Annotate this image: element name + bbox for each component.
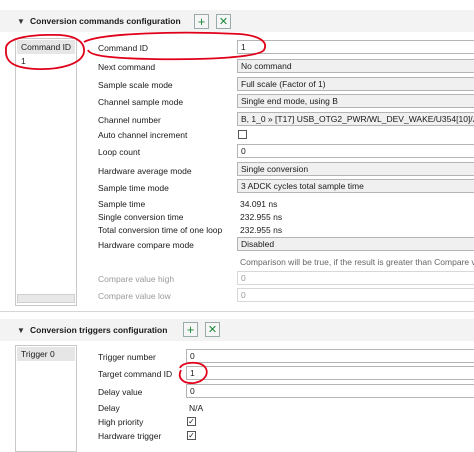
hardware-trigger-checkbox[interactable]: ✓ — [187, 431, 196, 440]
add-command-button[interactable]: + — [194, 14, 209, 29]
hardware-average-mode-label: Hardware average mode — [98, 166, 192, 176]
sample-scale-mode-select[interactable]: Full scale (Factor of 1) — [237, 77, 474, 91]
hardware-compare-mode-select[interactable]: Disabled — [237, 237, 474, 251]
hardware-average-mode-select[interactable]: Single conversion — [237, 162, 474, 176]
compare-value-low-label: Compare value low — [98, 291, 171, 301]
sample-time-value: 34.091 ns — [240, 199, 278, 209]
delay-value-label: Delay value — [98, 387, 143, 397]
sample-scale-mode-label: Sample scale mode — [98, 80, 173, 90]
sample-time-mode-label: Sample time mode — [98, 183, 169, 193]
list-item-command-id-1[interactable]: Command ID 1 — [17, 40, 75, 66]
trigger-id-list[interactable]: Trigger 0 — [15, 345, 77, 452]
high-priority-label: High priority — [98, 417, 144, 427]
single-conversion-time-label: Single conversion time — [98, 212, 184, 222]
single-conversion-time-value: 232.955 ns — [240, 212, 283, 222]
command-id-label: Command ID — [98, 43, 149, 53]
delay-value-text: N/A — [189, 403, 204, 413]
chevron-down-icon[interactable]: ▼ — [17, 17, 25, 26]
delay-label: Delay — [98, 403, 120, 413]
remove-trigger-button[interactable]: ✕ — [205, 322, 220, 337]
trigger-number-input[interactable]: 0 — [186, 349, 474, 363]
trigger-number-label: Trigger number — [98, 352, 156, 362]
compare-value-high-label: Compare value high — [98, 274, 175, 284]
high-priority-checkbox[interactable]: ✓ — [187, 417, 196, 426]
delay-value-input[interactable]: 0 — [186, 384, 474, 398]
loop-count-input[interactable]: 0 — [237, 144, 474, 158]
list-scrollbar[interactable] — [17, 294, 75, 303]
command-id-list[interactable]: Command ID 1 — [15, 38, 77, 306]
channel-sample-mode-label: Channel sample mode — [98, 97, 184, 107]
add-trigger-button[interactable]: + — [183, 322, 198, 337]
compare-value-high-input[interactable]: 0 — [237, 271, 474, 285]
hardware-compare-mode-label: Hardware compare mode — [98, 240, 194, 250]
sample-time-mode-select[interactable]: 3 ADCK cycles total sample time — [237, 179, 474, 193]
target-command-id-label: Target command ID — [98, 369, 173, 379]
next-command-select[interactable]: No command — [237, 59, 474, 73]
total-conversion-time-value: 232.955 ns — [240, 225, 283, 235]
section-divider — [0, 311, 474, 312]
hardware-trigger-label: Hardware trigger — [98, 431, 162, 441]
next-command-label: Next command — [98, 62, 156, 72]
loop-count-label: Loop count — [98, 147, 141, 157]
auto-channel-increment-label: Auto channel increment — [98, 130, 188, 140]
channel-number-label: Channel number — [98, 115, 161, 125]
remove-command-button[interactable]: ✕ — [216, 14, 231, 29]
command-id-input[interactable]: 1 — [237, 40, 474, 54]
total-conversion-time-label: Total conversion time of one loop — [98, 225, 223, 235]
triggers-section-title: Conversion triggers configuration — [30, 325, 168, 335]
list-item-trigger-0[interactable]: Trigger 0 — [17, 347, 75, 361]
sample-time-label: Sample time — [98, 199, 146, 209]
chevron-down-icon[interactable]: ▼ — [17, 326, 25, 335]
compare-hint-text: Comparison will be true, if the result i… — [240, 257, 474, 267]
auto-channel-increment-checkbox[interactable] — [238, 130, 247, 139]
commands-section-title: Conversion commands configuration — [30, 16, 181, 26]
channel-sample-mode-select[interactable]: Single end mode, using B — [237, 94, 474, 108]
target-command-id-input[interactable]: 1 — [186, 366, 474, 380]
channel-number-select[interactable]: B, 1_0 » [T17] USB_OTG2_PWR/WL_DEV_WAKE/… — [237, 112, 474, 126]
compare-value-low-input[interactable]: 0 — [237, 288, 474, 302]
